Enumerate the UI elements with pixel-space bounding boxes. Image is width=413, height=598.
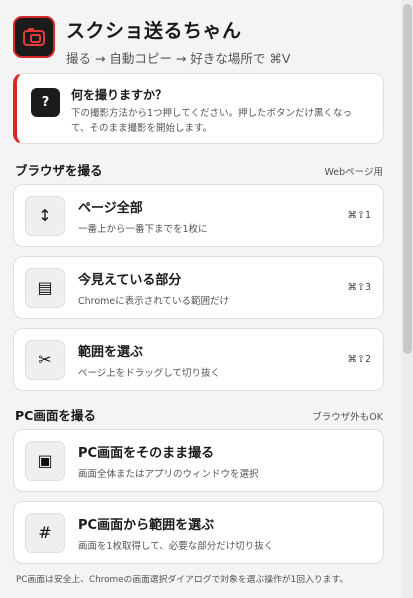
scrollbar-thumb[interactable] bbox=[403, 4, 412, 354]
card-title: 今見えている部分 bbox=[78, 272, 182, 288]
capture-visible-area-button[interactable]: ▤ 今見えている部分 Chromeに表示されている範囲だけ ⌘⇧3 bbox=[13, 256, 384, 319]
shortcut-label: ⌘⇧3 bbox=[347, 282, 371, 293]
capture-pc-selection-button[interactable]: # PC画面から範囲を選ぶ 画面を1枚取得して、必要な部分だけ切り抜く bbox=[13, 501, 384, 564]
card-title: PC画面から範囲を選ぶ bbox=[78, 517, 215, 533]
card-title: 範囲を選ぶ bbox=[78, 344, 144, 360]
card-desc: 一番上から一番下までを1枚に bbox=[78, 223, 208, 235]
app-title: スクショ送るちゃん bbox=[66, 20, 242, 42]
instruction-title: 何を撮りますか？ bbox=[71, 88, 168, 102]
pc-section-header: PC画面を撮る ブラウザ外もOK bbox=[15, 405, 383, 424]
pc-section-note: ブラウザ外もOK bbox=[312, 412, 383, 423]
app-subtitle: 撮る → 自動コピー → 好きな場所で ⌘V bbox=[66, 51, 291, 66]
browser-section-header: ブラウザを撮る Webページ用 bbox=[15, 160, 383, 179]
card-desc: ページ上をドラッグして切り抜く bbox=[78, 367, 221, 379]
capture-pc-screen-button[interactable]: ▣ PC画面をそのまま撮る 画面全体またはアプリのウィンドウを選択 bbox=[13, 429, 384, 492]
card-title: ページ全部 bbox=[78, 200, 143, 216]
camera-app-icon bbox=[13, 16, 55, 58]
instruction-desc: 下の撮影方法から1つ押してください。押したボタンだけ黒くなっ て、そのまま撮影を… bbox=[71, 106, 352, 136]
shortcut-label: ⌘⇧1 bbox=[347, 210, 371, 221]
card-desc: Chromeに表示されている範囲だけ bbox=[78, 295, 229, 307]
popup-page: スクショ送るちゃん 撮る → 自動コピー → 好きな場所で ⌘V ? 何を撮りま… bbox=[0, 0, 400, 598]
question-icon: ? bbox=[31, 88, 60, 117]
capture-selection-button[interactable]: ✂ 範囲を選ぶ ページ上をドラッグして切り抜く ⌘⇧2 bbox=[13, 328, 384, 391]
card-desc: 画面を1枚取得して、必要な部分だけ切り抜く bbox=[78, 540, 274, 552]
shortcut-label: ⌘⇧2 bbox=[347, 354, 371, 365]
instruction-desc-line2: て、そのまま撮影を開始します。 bbox=[71, 123, 213, 134]
grid-icon: # bbox=[25, 512, 65, 553]
full-screen-icon: ▣ bbox=[25, 440, 65, 481]
pc-section-title: PC画面を撮る bbox=[15, 408, 96, 423]
card-title: PC画面をそのまま撮る bbox=[78, 445, 215, 461]
scissors-icon: ✂ bbox=[25, 339, 65, 380]
instruction-desc-line1: 下の撮影方法から1つ押してください。押したボタンだけ黒くなっ bbox=[71, 108, 352, 119]
vertical-arrows-icon: ↕ bbox=[25, 195, 65, 236]
card-desc: 画面全体またはアプリのウィンドウを選択 bbox=[78, 468, 259, 480]
visible-area-icon: ▤ bbox=[25, 267, 65, 308]
browser-section-title: ブラウザを撮る bbox=[15, 163, 103, 178]
capture-full-page-button[interactable]: ↕ ページ全部 一番上から一番下までを1枚に ⌘⇧1 bbox=[13, 184, 384, 247]
browser-section-note: Webページ用 bbox=[324, 167, 383, 178]
app-header: スクショ送るちゃん 撮る → 自動コピー → 好きな場所で ⌘V bbox=[13, 16, 290, 67]
footnote: PC画面は安全上、Chromeの画面選択ダイアログで対象を選ぶ操作が1回入ります… bbox=[16, 575, 349, 585]
instruction-card: ? 何を撮りますか？ 下の撮影方法から1つ押してください。押したボタンだけ黒くな… bbox=[13, 73, 384, 144]
